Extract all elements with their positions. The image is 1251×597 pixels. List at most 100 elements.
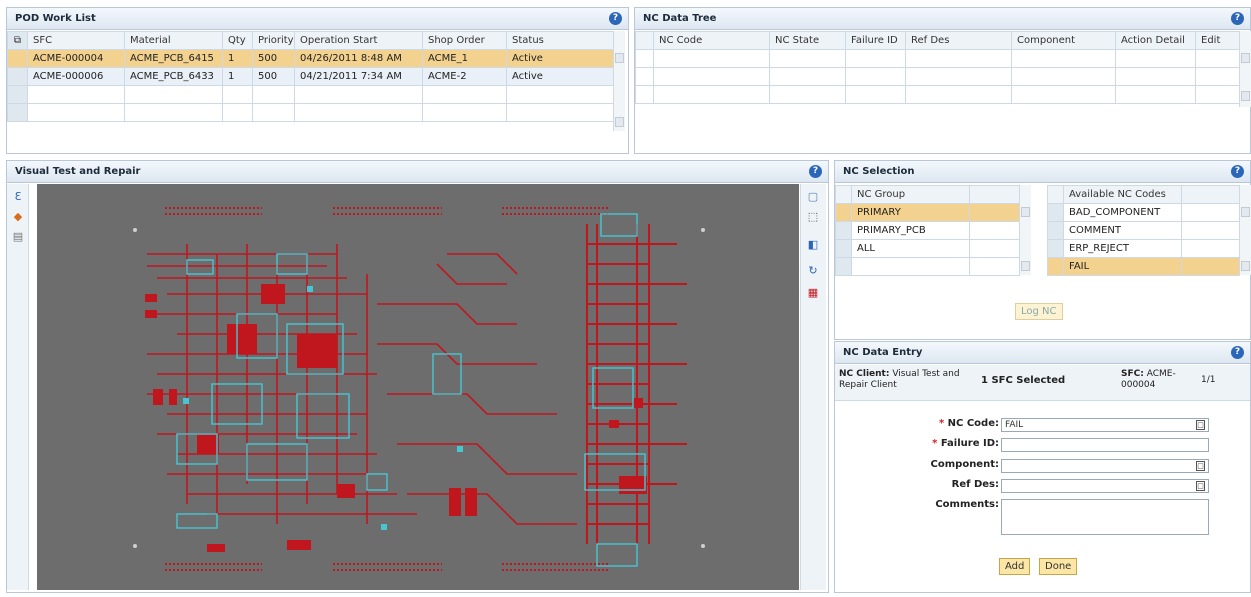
work-list-table: ⧉ SFC Material Qty Priority Operation St…: [7, 31, 614, 122]
row-selector[interactable]: [7, 67, 28, 86]
empty-row: [635, 85, 1240, 104]
component-label: Component:: [930, 459, 999, 470]
layers-icon[interactable]: ◆: [11, 210, 25, 224]
log-nc-button[interactable]: Log NC: [1015, 303, 1063, 320]
empty-row: [835, 257, 1020, 276]
nc-selection-title: NC Selection: [843, 166, 915, 177]
column-header[interactable]: Priority: [252, 31, 295, 50]
table-cell: Active: [506, 49, 614, 68]
table-row[interactable]: ACME-000004 ACME_PCB_6415 1 500 04/26/20…: [7, 49, 614, 68]
list-item[interactable]: PRIMARY_PCB: [835, 221, 1020, 240]
column-header[interactable]: NC Code: [653, 31, 770, 50]
list-item[interactable]: ERP_REJECT: [1047, 239, 1240, 258]
failure-id-label: * Failure ID:: [932, 438, 999, 449]
empty-row: [7, 103, 614, 122]
component-field[interactable]: □: [1001, 459, 1209, 473]
nc-tree-header-row: NC Code NC State Failure ID Ref Des Comp…: [635, 31, 1240, 50]
pod-work-list-title: POD Work List: [15, 13, 96, 24]
table-cell: 04/21/2011 7:34 AM: [294, 67, 423, 86]
nc-codes-scrollbar[interactable]: [1239, 185, 1251, 275]
nc-group-item[interactable]: PRIMARY_PCB: [851, 221, 970, 240]
list-item[interactable]: BAD_COMPONENT: [1047, 203, 1240, 222]
list-item[interactable]: FAIL: [1047, 257, 1240, 276]
table-cell: ACME-2: [422, 67, 507, 86]
nc-code-item[interactable]: COMMENT: [1063, 221, 1182, 240]
column-header[interactable]: SFC: [27, 31, 125, 50]
column-header[interactable]: NC State: [769, 31, 846, 50]
column-header[interactable]: Action Detail: [1115, 31, 1196, 50]
column-header[interactable]: NC Group: [851, 185, 970, 204]
sfc-selected-count: 1 SFC Selected: [981, 375, 1066, 386]
nc-code-item[interactable]: ERP_REJECT: [1063, 239, 1182, 258]
help-icon[interactable]: ?: [1231, 12, 1244, 25]
vtr-title: Visual Test and Repair: [15, 166, 141, 177]
help-icon[interactable]: ?: [1231, 346, 1244, 359]
nc-data-tree-title: NC Data Tree: [643, 13, 717, 24]
work-list-header-row: ⧉ SFC Material Qty Priority Operation St…: [7, 31, 614, 50]
column-header[interactable]: Material: [124, 31, 223, 50]
column-header[interactable]: Status: [506, 31, 614, 50]
nc-data-tree-header: NC Data Tree ?: [635, 8, 1250, 30]
help-icon[interactable]: ?: [809, 165, 822, 178]
tree-icon[interactable]: Ɛ: [11, 190, 25, 204]
row-selector[interactable]: [7, 49, 28, 68]
select-all-icon[interactable]: ⧉: [7, 31, 28, 50]
list-item[interactable]: ALL: [835, 239, 1020, 258]
sfc-counter: 1/1: [1201, 375, 1216, 385]
nc-code-item[interactable]: FAIL: [1063, 257, 1182, 276]
done-button[interactable]: Done: [1039, 558, 1078, 575]
fit-icon[interactable]: ◧: [806, 238, 820, 252]
calendar-icon[interactable]: ▦: [806, 286, 820, 300]
nc-selection-header: NC Selection ?: [835, 161, 1250, 183]
nc-code-item[interactable]: BAD_COMPONENT: [1063, 203, 1182, 222]
column-header[interactable]: Shop Order: [422, 31, 507, 50]
column-header[interactable]: Available NC Codes: [1063, 185, 1182, 204]
pcb-board-viewer[interactable]: [37, 184, 799, 590]
failure-id-field[interactable]: [1001, 438, 1209, 452]
column-header[interactable]: Operation Start: [294, 31, 423, 50]
page-icon[interactable]: ▢: [806, 190, 820, 204]
refresh-icon[interactable]: ↻: [806, 264, 820, 278]
nc-data-entry-header: NC Data Entry ?: [835, 342, 1250, 364]
list-item[interactable]: PRIMARY: [835, 203, 1020, 222]
document-icon[interactable]: ▤: [11, 230, 25, 244]
nc-data-entry-title: NC Data Entry: [843, 347, 923, 358]
browse-icon[interactable]: □: [1196, 420, 1205, 430]
nc-group-scrollbar[interactable]: [1019, 185, 1031, 275]
nc-codes-table: Available NC Codes BAD_COMPONENT COMMENT…: [1047, 185, 1240, 276]
table-row[interactable]: ACME-000006 ACME_PCB_6433 1 500 04/21/20…: [7, 67, 614, 86]
nc-code-value: FAIL: [1005, 420, 1024, 430]
help-icon[interactable]: ?: [609, 12, 622, 25]
column-header[interactable]: Component: [1011, 31, 1116, 50]
comments-textarea[interactable]: [1001, 499, 1209, 535]
column-header[interactable]: Qty: [222, 31, 253, 50]
nc-code-field[interactable]: FAIL □: [1001, 418, 1209, 432]
nc-data-tree-table: NC Code NC State Failure ID Ref Des Comp…: [635, 31, 1240, 104]
table-cell: 04/26/2011 8:48 AM: [294, 49, 423, 68]
nc-group-item[interactable]: ALL: [851, 239, 970, 258]
empty-row: [635, 49, 1240, 68]
column-header[interactable]: Ref Des: [905, 31, 1012, 50]
table-cell: ACME-000006: [27, 67, 125, 86]
nc-tree-scrollbar[interactable]: [1239, 31, 1251, 107]
work-list-scrollbar[interactable]: [613, 31, 625, 131]
browse-icon[interactable]: □: [1196, 481, 1205, 491]
table-cell: ACME_PCB_6415: [124, 49, 223, 68]
column-header[interactable]: Edit: [1195, 31, 1240, 50]
empty-row: [7, 85, 614, 104]
list-item[interactable]: COMMENT: [1047, 221, 1240, 240]
pod-work-list-panel: POD Work List ? ⧉ SFC Material Qty Prior…: [6, 7, 629, 154]
pod-work-list-header: POD Work List ?: [7, 8, 628, 30]
table-cell: ACME_1: [422, 49, 507, 68]
zoom-select-icon[interactable]: ⬚: [806, 210, 820, 224]
table-cell: Active: [506, 67, 614, 86]
add-button[interactable]: Add: [999, 558, 1031, 575]
browse-icon[interactable]: □: [1196, 461, 1205, 471]
visual-test-repair-panel: Visual Test and Repair ? Ɛ ◆ ▤ ▢ ⬚ ◧ ↻ ▦: [6, 160, 829, 593]
table-cell: 1: [222, 67, 253, 86]
nc-group-item[interactable]: PRIMARY: [851, 203, 970, 222]
column-header[interactable]: Failure ID: [845, 31, 906, 50]
ref-des-field[interactable]: □: [1001, 479, 1209, 493]
help-icon[interactable]: ?: [1231, 165, 1244, 178]
table-cell: 500: [252, 49, 295, 68]
